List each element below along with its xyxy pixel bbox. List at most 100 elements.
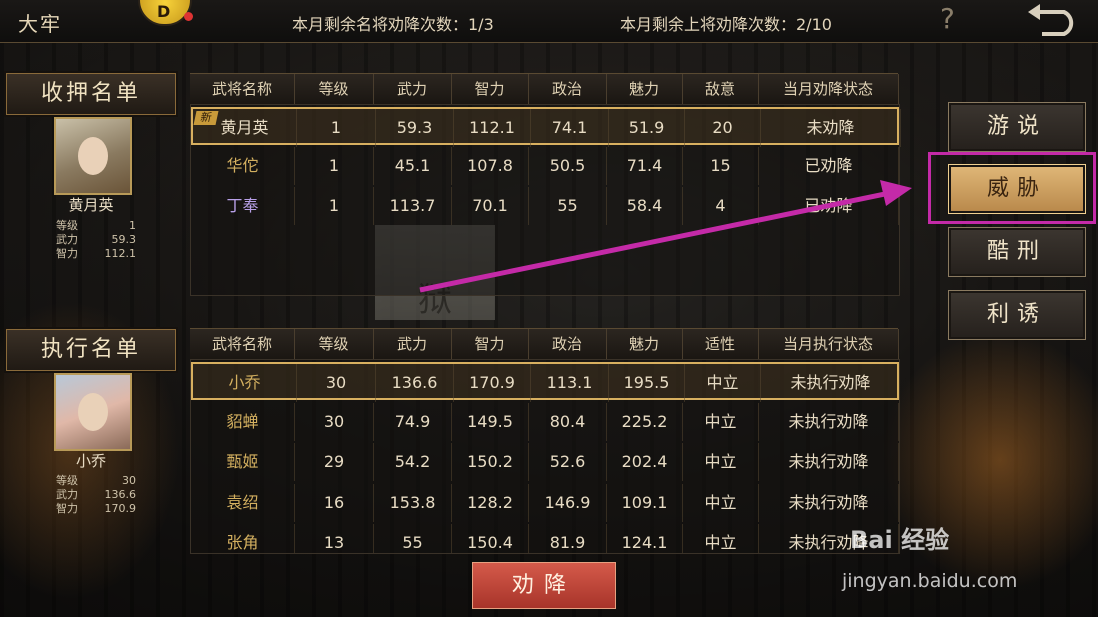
- executor-cell-force: 55: [374, 524, 452, 553]
- detained-cell-politics: 55: [529, 187, 607, 225]
- stat-value: 30: [122, 474, 136, 487]
- executor-cell-intel: 149.5: [452, 402, 529, 441]
- executor-force-stat: 武力 136.6: [56, 488, 136, 501]
- executor-column-header[interactable]: 智力: [451, 329, 529, 359]
- detained-cell-politics: 50.5: [529, 147, 607, 185]
- portrait-face: [78, 393, 108, 431]
- detained-cell-hostility: 4: [683, 187, 759, 225]
- executor-cell-status: 未执行劝降: [759, 443, 899, 481]
- executor-column-header[interactable]: 政治: [528, 329, 607, 359]
- detained-table-header: 武将名称 等级 武力 智力 政治 魅力 敌意 当月劝降状态: [190, 73, 899, 105]
- detained-cell-hostility: 20: [685, 109, 761, 147]
- surrender-button[interactable]: 劝降: [472, 562, 616, 609]
- detained-table-row[interactable]: 丁奉 1 113.7 70.1 55 58.4 4 已劝降: [191, 187, 899, 225]
- detained-table: 黄月英 1 59.3 112.1 74.1 51.9 20 未劝降新华佗 1 45.1 107.8 5…: [190, 104, 901, 296]
- detained-column-header[interactable]: 敌意: [682, 74, 759, 104]
- executor-cell-level: 16: [295, 483, 374, 522]
- stat-label: 武力: [56, 233, 78, 246]
- highlight-box: [928, 152, 1096, 224]
- persuade-button[interactable]: 游说: [948, 102, 1086, 152]
- watermark-brand: Bai 经验: [850, 526, 950, 554]
- detained-force-stat: 武力 59.3: [56, 233, 136, 246]
- detained-cell-status: 已劝降: [759, 187, 899, 225]
- top-bar: 大牢 D 本月剩余名将劝降次数：1/3 本月剩余上将劝降次数：2/10 ?: [0, 0, 1098, 43]
- detained-column-header[interactable]: 智力: [451, 74, 529, 104]
- detained-table-row[interactable]: 黄月英 1 59.3 112.1 74.1 51.9 20 未劝降新: [191, 107, 901, 147]
- detained-cell-charm: 51.9: [609, 109, 685, 147]
- executor-cell-aptitude: 中立: [683, 443, 759, 481]
- executor-cell-aptitude: 中立: [685, 364, 761, 402]
- detained-column-header[interactable]: 魅力: [606, 74, 683, 104]
- executor-column-header[interactable]: 魅力: [606, 329, 683, 359]
- executor-cell-charm: 225.2: [607, 402, 683, 441]
- executor-cell-status: 未执行劝降: [759, 483, 899, 522]
- executor-portrait[interactable]: [54, 373, 132, 451]
- executor-cell-intel: 128.2: [452, 483, 529, 522]
- detained-cell-force: 59.3: [376, 109, 454, 147]
- executor-cell-name: 甄姬: [191, 443, 295, 481]
- detained-cell-status: 未劝降: [761, 109, 901, 147]
- executor-cell-intel: 150.4: [452, 524, 529, 553]
- executor-cell-politics: 52.6: [529, 443, 607, 481]
- detained-featured-name: 黄月英: [68, 196, 114, 214]
- detained-cell-force: 113.7: [374, 187, 452, 225]
- logo-letter: D: [157, 2, 171, 21]
- detained-cell-status: 已劝降: [759, 147, 899, 185]
- stat-label: 等级: [56, 474, 78, 487]
- executor-column-header[interactable]: 武力: [373, 329, 452, 359]
- executor-table-row[interactable]: 貂蝉 30 74.9 149.5 80.4 225.2 中立 未执行劝降: [191, 402, 899, 441]
- detained-table-row[interactable]: 华佗 1 45.1 107.8 50.5 71.4 15 已劝降: [191, 147, 899, 185]
- detained-column-header[interactable]: 当月劝降状态: [758, 74, 899, 104]
- detained-cell-name: 华佗: [191, 147, 295, 185]
- new-tag-badge: 新: [193, 111, 219, 125]
- detained-cell-charm: 58.4: [607, 187, 683, 225]
- named-general-persuade-count: 本月剩余名将劝降次数：1/3: [292, 15, 494, 34]
- executor-table-header: 武将名称 等级 武力 智力 政治 魅力 适性 当月执行状态: [190, 328, 899, 360]
- detained-column-header[interactable]: 等级: [294, 74, 374, 104]
- executor-cell-name: 袁绍: [191, 483, 295, 522]
- stat-label: 武力: [56, 488, 78, 501]
- executor-cell-aptitude: 中立: [683, 524, 759, 553]
- executor-column-header[interactable]: 适性: [682, 329, 759, 359]
- executor-table-row[interactable]: 张角 13 55 150.4 81.9 124.1 中立 未执行劝降: [191, 524, 899, 553]
- detained-cell-intel: 107.8: [452, 147, 529, 185]
- executor-level-stat: 等级 30: [56, 474, 136, 487]
- executor-column-header[interactable]: 等级: [294, 329, 374, 359]
- executor-cell-intel: 150.2: [452, 443, 529, 481]
- executor-cell-name: 张角: [191, 524, 295, 553]
- detained-cell-hostility: 15: [683, 147, 759, 185]
- detained-column-header[interactable]: 政治: [528, 74, 607, 104]
- executor-table-row[interactable]: 小乔 30 136.6 170.9 113.1 195.5 中立 未执行劝降: [191, 362, 899, 402]
- executor-cell-aptitude: 中立: [683, 402, 759, 441]
- detained-column-header[interactable]: 武力: [373, 74, 452, 104]
- detained-cell-intel: 70.1: [452, 187, 529, 225]
- executor-cell-status: 未执行劝降: [759, 402, 899, 441]
- detained-cell-name: 丁奉: [191, 187, 295, 225]
- notification-dot: [184, 12, 193, 21]
- page-title: 大牢: [18, 12, 62, 36]
- executor-column-header[interactable]: 当月执行状态: [758, 329, 899, 359]
- back-arrow-icon[interactable]: [1024, 4, 1080, 38]
- executor-cell-intel: 170.9: [454, 364, 531, 402]
- executor-intel-stat: 智力 170.9: [56, 502, 136, 515]
- executor-cell-name: 貂蝉: [191, 402, 295, 441]
- executor-table-row[interactable]: 甄姬 29 54.2 150.2 52.6 202.4 中立 未执行劝降: [191, 443, 899, 481]
- executor-cell-politics: 81.9: [529, 524, 607, 553]
- executor-cell-charm: 195.5: [609, 364, 685, 402]
- entice-button[interactable]: 利诱: [948, 290, 1086, 340]
- executor-cell-name: 小乔: [193, 364, 297, 402]
- detained-level-stat: 等级 1: [56, 219, 136, 232]
- detained-list-label: 收押名单: [6, 73, 176, 115]
- help-icon[interactable]: ?: [940, 2, 955, 35]
- detained-portrait[interactable]: [54, 117, 132, 195]
- executor-cell-charm: 109.1: [607, 483, 683, 522]
- portrait-face: [78, 137, 108, 175]
- executor-table-row[interactable]: 袁绍 16 153.8 128.2 146.9 109.1 中立 未执行劝降: [191, 483, 899, 522]
- executor-column-header[interactable]: 武将名称: [190, 329, 295, 359]
- torture-button[interactable]: 酷刑: [948, 227, 1086, 277]
- upper-general-persuade-count: 本月剩余上将劝降次数：2/10: [620, 15, 832, 34]
- executor-cell-aptitude: 中立: [683, 483, 759, 522]
- executor-cell-level: 29: [295, 443, 374, 481]
- stat-value: 1: [129, 219, 136, 232]
- detained-column-header[interactable]: 武将名称: [190, 74, 295, 104]
